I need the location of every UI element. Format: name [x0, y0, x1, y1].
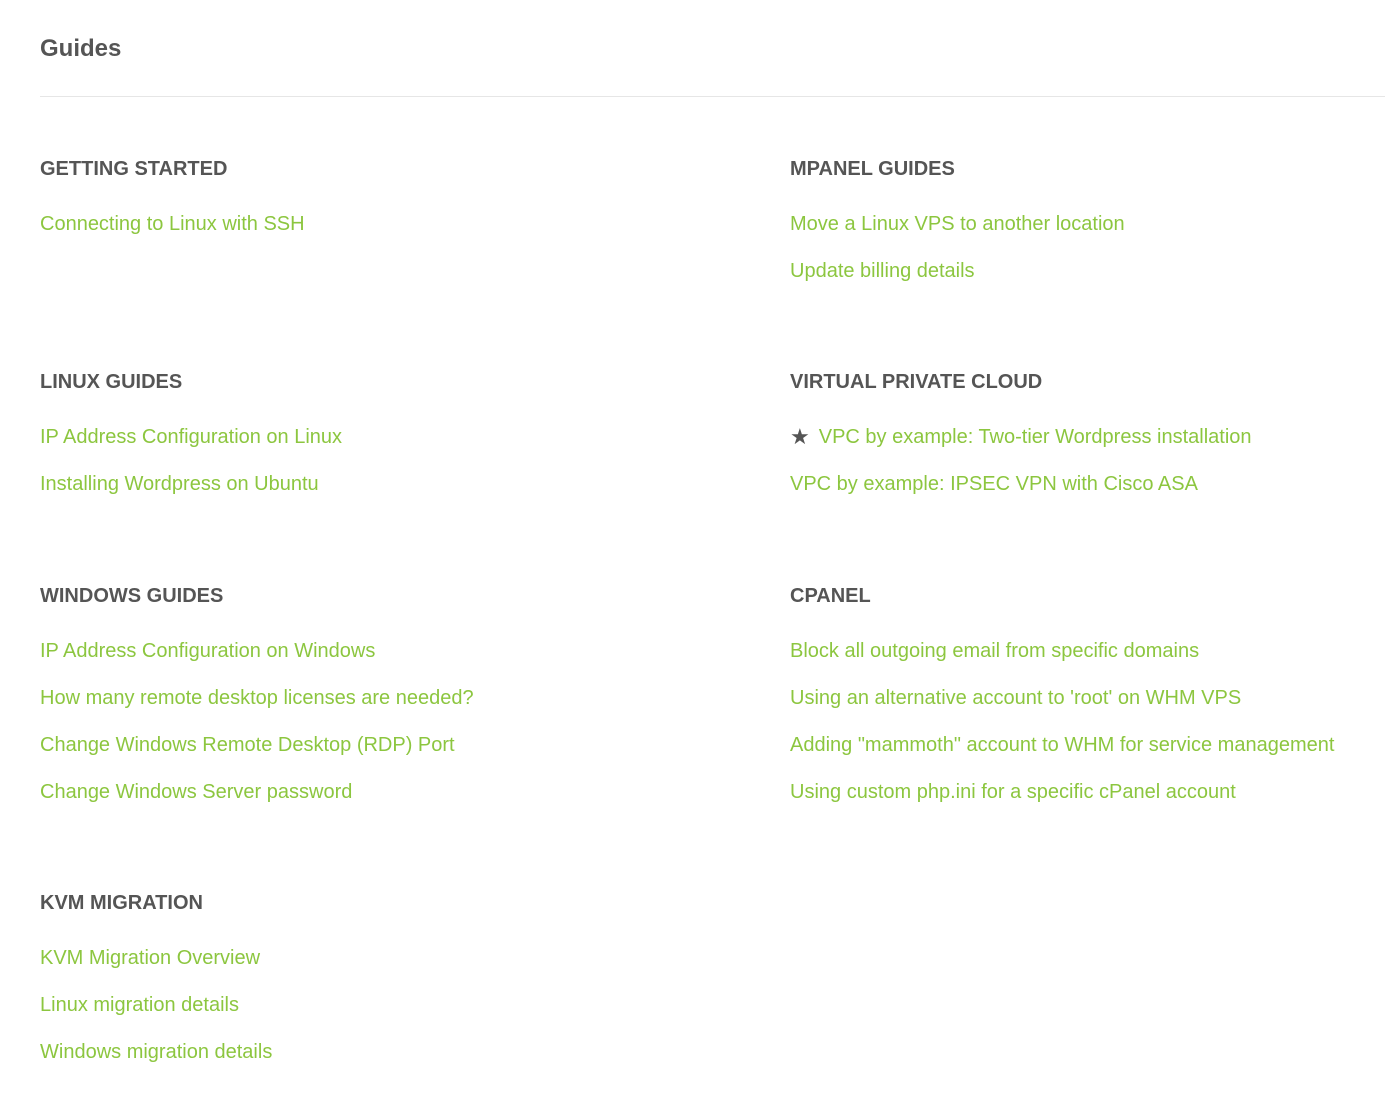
section-heading: CPANEL — [790, 585, 871, 607]
guide-link-windows-migration[interactable]: Windows migration details — [40, 1041, 272, 1063]
list-item: How many remote desktop licenses are nee… — [40, 686, 740, 733]
guide-link-wordpress-ubuntu[interactable]: Installing Wordpress on Ubuntu — [40, 473, 319, 495]
section-heading: LINUX GUIDES — [40, 371, 183, 393]
page-title: Guides — [40, 35, 122, 62]
list-item: Linux migration details — [40, 993, 740, 1040]
section-mpanel-guides: MPANEL GUIDES Move a Linux VPS to anothe… — [790, 157, 1385, 306]
link-list: Block all outgoing email from specific d… — [790, 639, 1385, 827]
guide-link-block-outgoing-email[interactable]: Block all outgoing email from specific d… — [790, 640, 1199, 662]
section-heading: WINDOWS GUIDES — [40, 585, 224, 607]
star-icon: ★ — [790, 424, 810, 449]
guide-link-move-linux-vps[interactable]: Move a Linux VPS to another location — [790, 213, 1125, 235]
link-list: IP Address Configuration on Windows How … — [40, 639, 740, 827]
list-item: IP Address Configuration on Linux — [40, 425, 740, 472]
list-item: Block all outgoing email from specific d… — [790, 639, 1385, 686]
list-item: Update billing details — [790, 259, 1385, 306]
guide-link-rdp-licenses[interactable]: How many remote desktop licenses are nee… — [40, 687, 474, 709]
guide-link-linux-migration[interactable]: Linux migration details — [40, 994, 239, 1016]
list-item: IP Address Configuration on Windows — [40, 639, 740, 686]
list-item: Using custom php.ini for a specific cPan… — [790, 780, 1385, 827]
section-getting-started: GETTING STARTED Connecting to Linux with… — [40, 157, 740, 259]
guide-link-connecting-linux-ssh[interactable]: Connecting to Linux with SSH — [40, 213, 305, 235]
guide-link-update-billing[interactable]: Update billing details — [790, 260, 975, 282]
guide-link-vpc-ipsec-vpn[interactable]: VPC by example: IPSEC VPN with Cisco ASA — [790, 473, 1198, 495]
guide-link-vpc-two-tier-wordpress[interactable]: VPC by example: Two-tier Wordpress insta… — [819, 426, 1252, 448]
guide-link-ip-config-windows[interactable]: IP Address Configuration on Windows — [40, 640, 375, 662]
list-item: KVM Migration Overview — [40, 946, 740, 993]
guide-link-alternative-root-account[interactable]: Using an alternative account to 'root' o… — [790, 687, 1241, 709]
section-windows-guides: WINDOWS GUIDES IP Address Configuration … — [40, 584, 740, 827]
guide-link-change-server-password[interactable]: Change Windows Server password — [40, 781, 352, 803]
section-heading: GETTING STARTED — [40, 158, 228, 180]
list-item: Using an alternative account to 'root' o… — [790, 686, 1385, 733]
list-item: Connecting to Linux with SSH — [40, 212, 740, 259]
link-list: KVM Migration Overview Linux migration d… — [40, 946, 740, 1087]
list-item: Change Windows Server password — [40, 780, 740, 827]
guide-link-ip-config-linux[interactable]: IP Address Configuration on Linux — [40, 426, 342, 448]
section-cpanel: CPANEL Block all outgoing email from spe… — [790, 584, 1385, 827]
link-list: ★ VPC by example: Two-tier Wordpress inst… — [790, 425, 1385, 519]
section-linux-guides: LINUX GUIDES IP Address Configuration on… — [40, 370, 740, 519]
section-virtual-private-cloud: VIRTUAL PRIVATE CLOUD ★ VPC by example: T… — [790, 370, 1385, 519]
section-heading: MPANEL GUIDES — [790, 158, 955, 180]
list-item: Change Windows Remote Desktop (RDP) Port — [40, 733, 740, 780]
link-list: IP Address Configuration on Linux Instal… — [40, 425, 740, 519]
title-divider — [40, 96, 1385, 97]
list-item: Move a Linux VPS to another location — [790, 212, 1385, 259]
section-heading: VIRTUAL PRIVATE CLOUD — [790, 371, 1043, 393]
section-heading: KVM MIGRATION — [40, 892, 203, 914]
guide-link-custom-php-ini[interactable]: Using custom php.ini for a specific cPan… — [790, 781, 1236, 803]
list-item: Adding "mammoth" account to WHM for serv… — [790, 733, 1385, 780]
guide-link-mammoth-account[interactable]: Adding "mammoth" account to WHM for serv… — [790, 734, 1334, 756]
list-item: Windows migration details — [40, 1040, 740, 1087]
guide-link-kvm-overview[interactable]: KVM Migration Overview — [40, 947, 260, 969]
section-kvm-migration: KVM MIGRATION KVM Migration Overview Lin… — [40, 891, 740, 1087]
list-item: ★ VPC by example: Two-tier Wordpress inst… — [790, 425, 1385, 472]
list-item: Installing Wordpress on Ubuntu — [40, 472, 740, 519]
guide-link-change-rdp-port[interactable]: Change Windows Remote Desktop (RDP) Port — [40, 734, 455, 756]
list-item: VPC by example: IPSEC VPN with Cisco ASA — [790, 472, 1385, 519]
link-list: Move a Linux VPS to another location Upd… — [790, 212, 1385, 306]
link-list: Connecting to Linux with SSH — [40, 212, 740, 259]
